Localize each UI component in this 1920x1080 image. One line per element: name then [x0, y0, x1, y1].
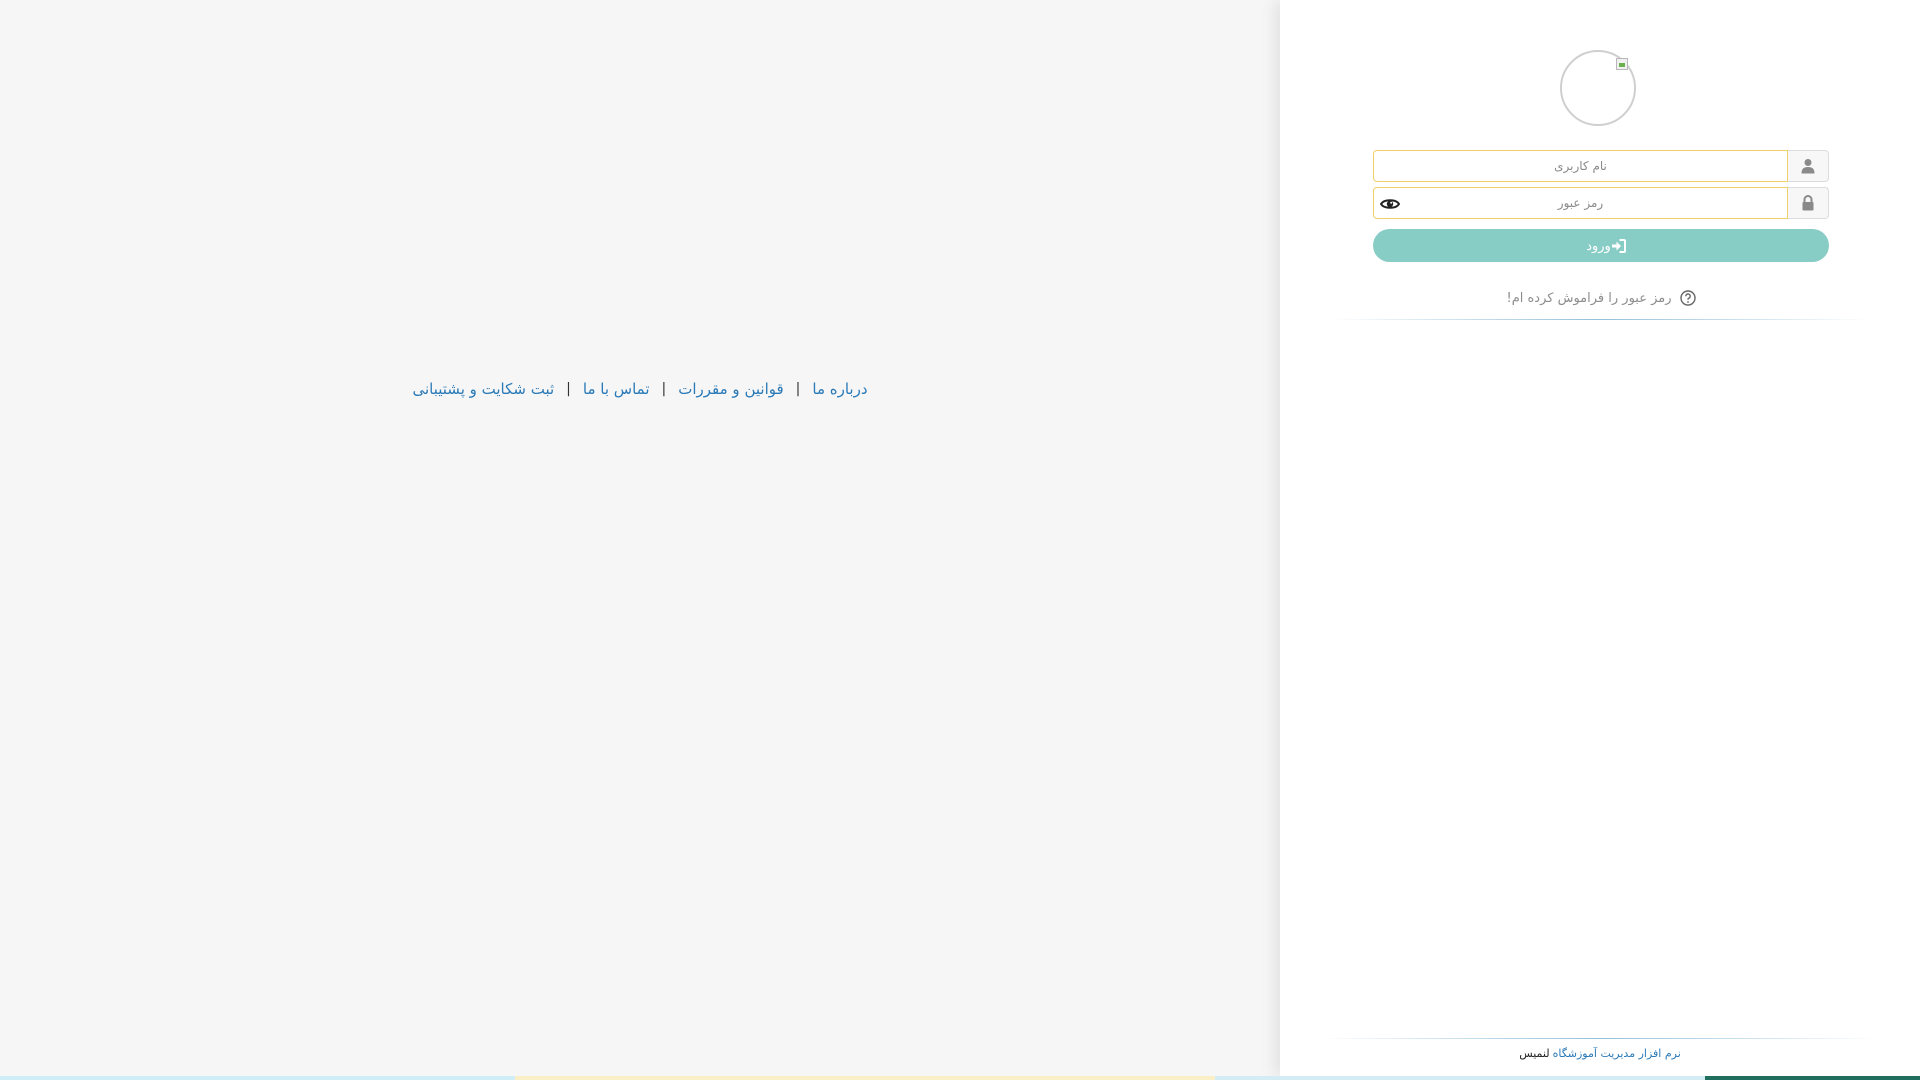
logo	[1560, 50, 1636, 126]
username-field-wrapper	[1373, 150, 1788, 182]
divider	[1320, 1038, 1880, 1039]
username-row	[1373, 150, 1829, 182]
credit: نرم افزار مدیریت آموزشگاه لنمیس	[1280, 1047, 1920, 1060]
divider	[1330, 319, 1870, 320]
broken-image-icon	[1616, 58, 1628, 70]
separator: |	[661, 381, 667, 397]
bar-segment	[515, 1076, 1215, 1080]
separator: |	[566, 381, 571, 397]
question-circle-icon	[1679, 290, 1696, 306]
link-terms[interactable]: قوانین و مقررات	[678, 380, 783, 398]
left-pane: درباره ما | قوانین و مقررات | تماس با ما…	[0, 0, 1280, 1076]
login-panel: ورود رمز عبور را فراموش کرده ام! نرم افز…	[1280, 0, 1920, 1076]
user-icon	[1788, 150, 1829, 182]
password-field-wrapper	[1373, 187, 1788, 219]
bar-segment	[1705, 1076, 1920, 1080]
link-complaint-support[interactable]: ثبت شکایت و پشتیبانی	[412, 380, 554, 398]
username-input[interactable]	[1374, 150, 1787, 182]
bar-segment	[1215, 1076, 1705, 1080]
forgot-password-label: رمز عبور را فراموش کرده ام!	[1506, 290, 1672, 306]
bar-segment	[0, 1076, 515, 1080]
credit-brand: لنمیس	[1519, 1047, 1550, 1060]
login-button-label: ورود	[1586, 237, 1611, 253]
eye-icon[interactable]	[1380, 196, 1400, 212]
footer-links: درباره ما | قوانین و مقررات | تماس با ما…	[0, 380, 1280, 398]
forgot-password-link[interactable]: رمز عبور را فراموش کرده ام!	[1373, 290, 1829, 306]
link-about[interactable]: درباره ما	[812, 380, 867, 398]
separator: |	[795, 381, 801, 397]
password-input[interactable]	[1374, 187, 1787, 219]
credit-product[interactable]: نرم افزار مدیریت آموزشگاه	[1553, 1047, 1681, 1060]
password-row	[1373, 187, 1829, 219]
login-button[interactable]: ورود	[1373, 229, 1829, 262]
lock-icon	[1788, 187, 1829, 219]
sign-in-icon	[1611, 238, 1626, 253]
bottom-color-bar	[0, 1076, 1920, 1080]
link-contact[interactable]: تماس با ما	[583, 380, 650, 398]
